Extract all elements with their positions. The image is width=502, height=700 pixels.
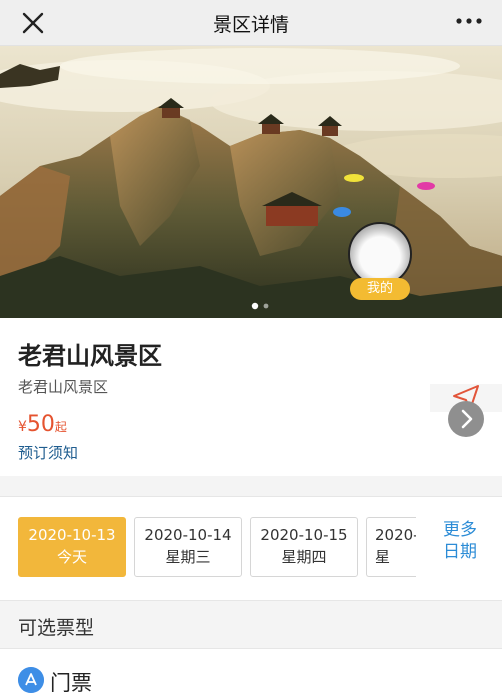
date-option[interactable]: 2020- 星 — [366, 517, 416, 577]
section-title: 可选票型 — [18, 617, 95, 639]
scenic-name: 老君山风景区 — [18, 342, 162, 370]
date-weekday: 今天 — [56, 548, 87, 566]
date-option[interactable]: 2020-10-14 星期三 — [134, 517, 242, 577]
price-value: 50 — [26, 412, 55, 437]
booking-notice-link[interactable]: 预订须知 — [18, 442, 78, 463]
scenic-subtitle: 老君山风景区 — [18, 378, 109, 396]
carousel-dot-active — [251, 302, 259, 310]
date-value: 2020-10-13 — [28, 526, 116, 544]
more-dots-icon[interactable] — [454, 10, 484, 32]
date-selector: 2020-10-13 今天 2020-10-14 星期三 2020-10-15 … — [0, 496, 502, 600]
ticket-category[interactable]: 门票 — [0, 648, 502, 700]
date-value: 2020- — [375, 526, 416, 544]
date-value: 2020-10-14 — [144, 526, 232, 544]
scenic-info-card: 老君山风景区 老君山风景区 ¥50起 预订须知 — [0, 318, 502, 476]
date-option[interactable]: 2020-10-13 今天 — [18, 517, 126, 577]
avatar — [348, 222, 412, 286]
ticket-category-label: 门票 — [50, 671, 92, 695]
date-weekday: 星 — [375, 548, 391, 566]
avatar-badge-label: 我的 — [350, 278, 410, 300]
price: ¥50起 — [18, 412, 67, 437]
next-button[interactable] — [448, 401, 484, 437]
chevron-right-icon — [461, 409, 473, 429]
page-title: 景区详情 — [212, 14, 289, 36]
date-option[interactable]: 2020-10-15 星期四 — [250, 517, 358, 577]
more-dates-line1: 更多 — [443, 520, 477, 540]
price-currency: ¥ — [18, 419, 27, 435]
price-suffix: 起 — [54, 420, 67, 434]
scenic-photo — [0, 46, 502, 318]
my-avatar-badge[interactable]: 我的 — [348, 222, 412, 302]
navigation-bar: 景区详情 — [0, 0, 502, 46]
ticket-icon — [18, 667, 44, 693]
carousel-dot — [263, 303, 269, 309]
date-weekday: 星期三 — [165, 548, 211, 566]
ticket-types-header: 可选票型 — [0, 600, 502, 648]
hero-carousel[interactable]: 我的 — [0, 46, 502, 318]
more-dates-button[interactable]: 更多 日期 — [436, 519, 484, 563]
more-dates-line2: 日期 — [443, 542, 477, 562]
date-value: 2020-10-15 — [260, 526, 348, 544]
date-weekday: 星期四 — [281, 548, 327, 566]
